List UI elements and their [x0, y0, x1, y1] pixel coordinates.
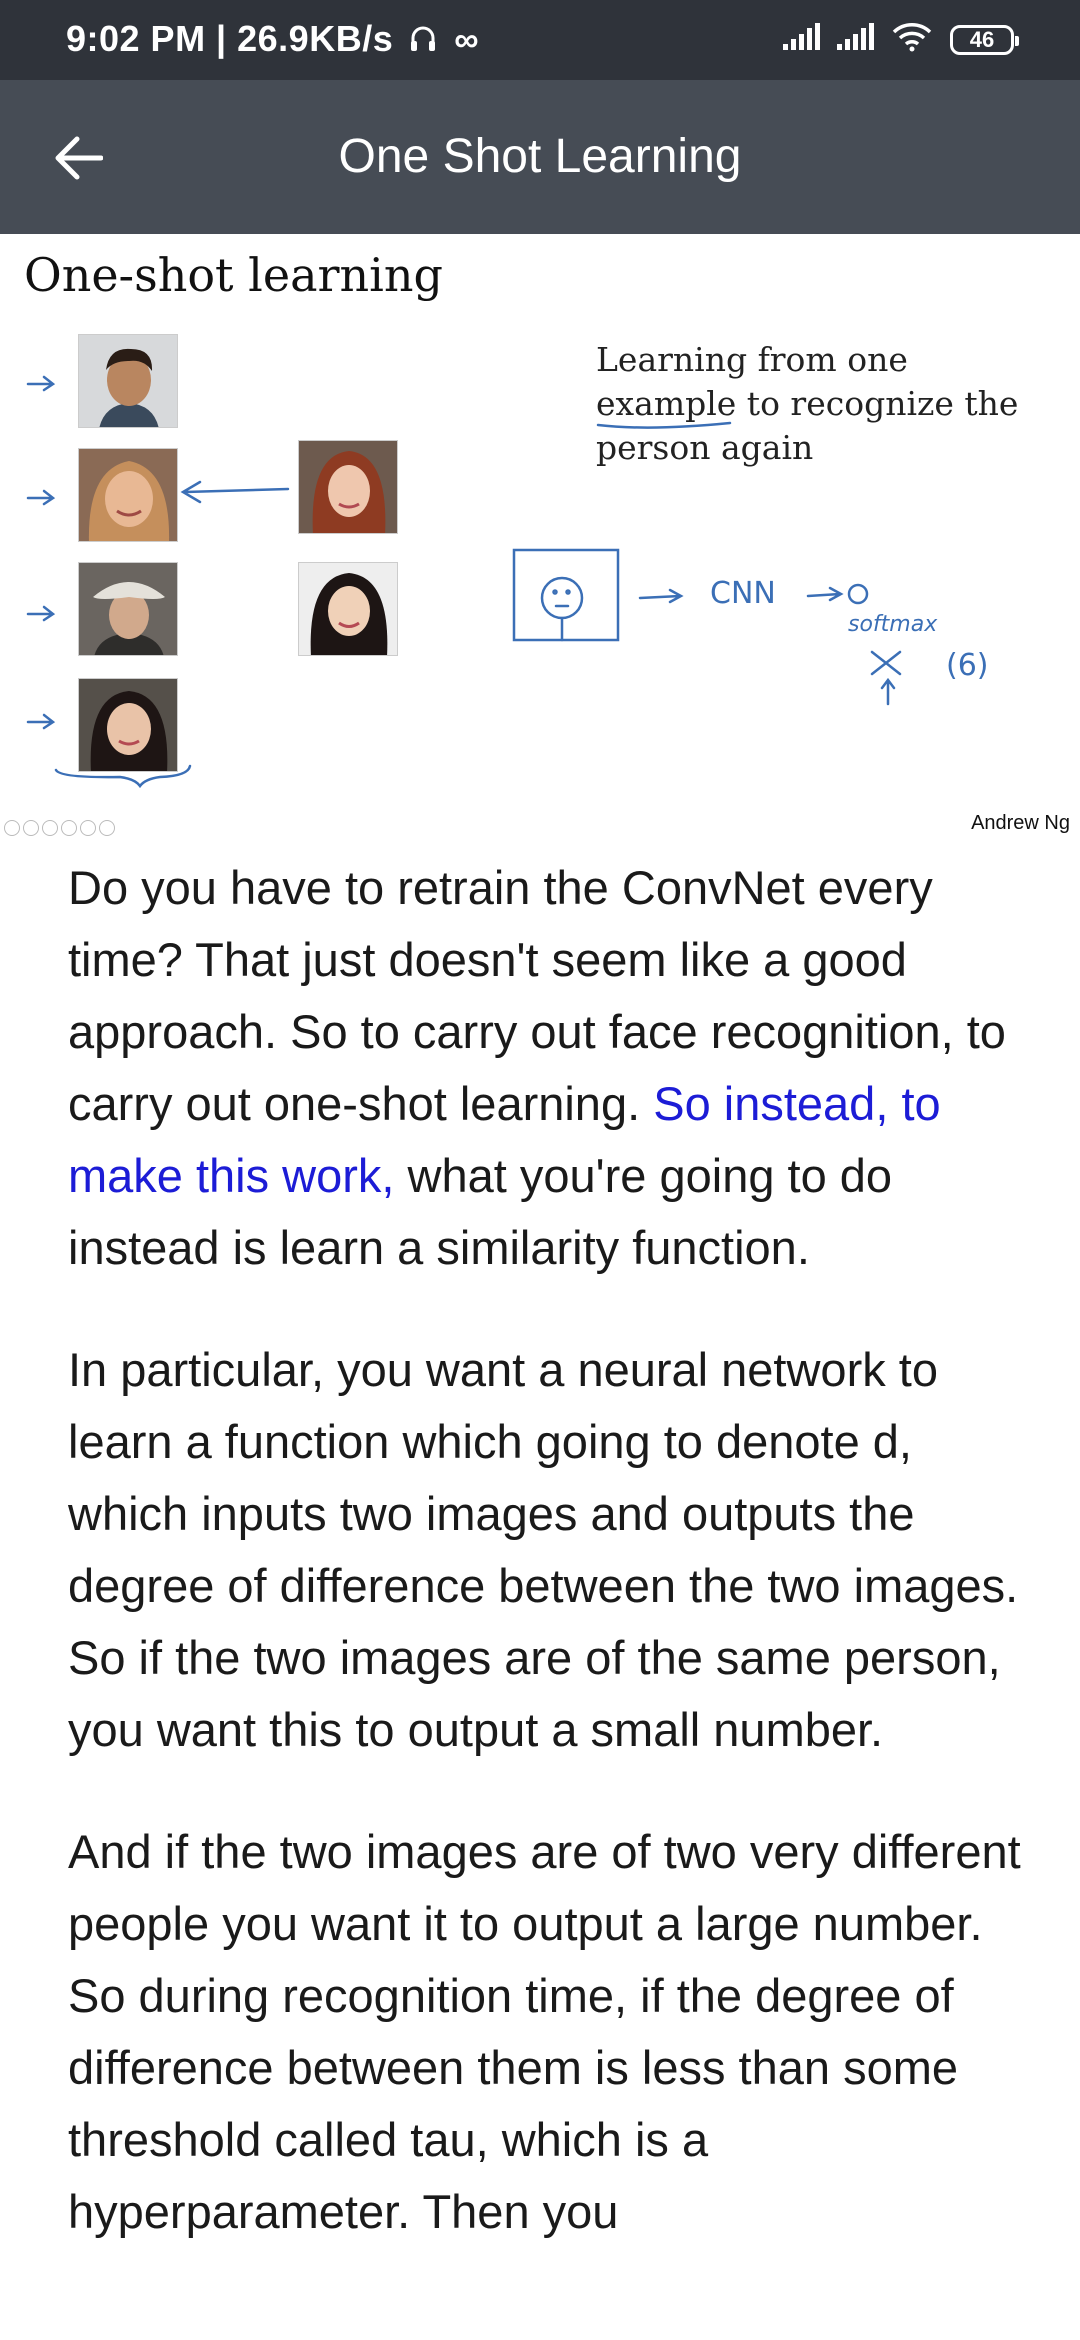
face-image-1 [78, 334, 178, 428]
status-bar: 9:02 PM | 26.9KB/s ∞ 46 [0, 0, 1080, 80]
slide-credit: Andrew Ng [971, 812, 1070, 834]
paragraph-3: And if the two images are of two very di… [68, 1825, 1021, 2238]
status-time-speed: 9:02 PM | 26.9KB/s [66, 18, 394, 59]
face-image-5 [298, 440, 398, 534]
status-left: 9:02 PM | 26.9KB/s ∞ [66, 18, 479, 62]
control-dot[interactable] [4, 820, 20, 836]
lecture-slide: One-shot learning Learning from one exam… [0, 234, 1080, 844]
face-image-6 [298, 562, 398, 656]
infinity-icon: ∞ [454, 21, 479, 59]
face-image-2 [78, 448, 178, 542]
slide-description: Learning from one example to recognize t… [596, 340, 1019, 467]
signal-icon [835, 22, 875, 57]
count-label: (6) [946, 648, 989, 683]
softmax-label: softmax [848, 612, 938, 637]
face-image-4 [78, 678, 178, 772]
control-dot[interactable] [99, 820, 115, 836]
control-dot[interactable] [23, 820, 39, 836]
control-dot[interactable] [42, 820, 58, 836]
cnn-label: CNN [710, 576, 776, 611]
signal-icon [781, 22, 821, 57]
wifi-icon [892, 22, 932, 57]
transcript-article: Do you have to retrain the ConvNet every… [68, 852, 1028, 2298]
control-dot[interactable] [80, 820, 96, 836]
headphones-icon [410, 20, 436, 62]
slide-controls[interactable] [4, 820, 118, 841]
battery-icon: 46 [950, 24, 1019, 55]
face-image-3 [78, 562, 178, 656]
page-title: One Shot Learning [338, 130, 742, 183]
app-bar: One Shot Learning [0, 80, 1080, 234]
control-dot[interactable] [61, 820, 77, 836]
status-right: 46 [781, 22, 1019, 62]
paragraph-2: In particular, you want a neural network… [68, 1343, 1019, 1756]
paragraph-1: Do you have to retrain the ConvNet every… [68, 852, 1028, 1284]
